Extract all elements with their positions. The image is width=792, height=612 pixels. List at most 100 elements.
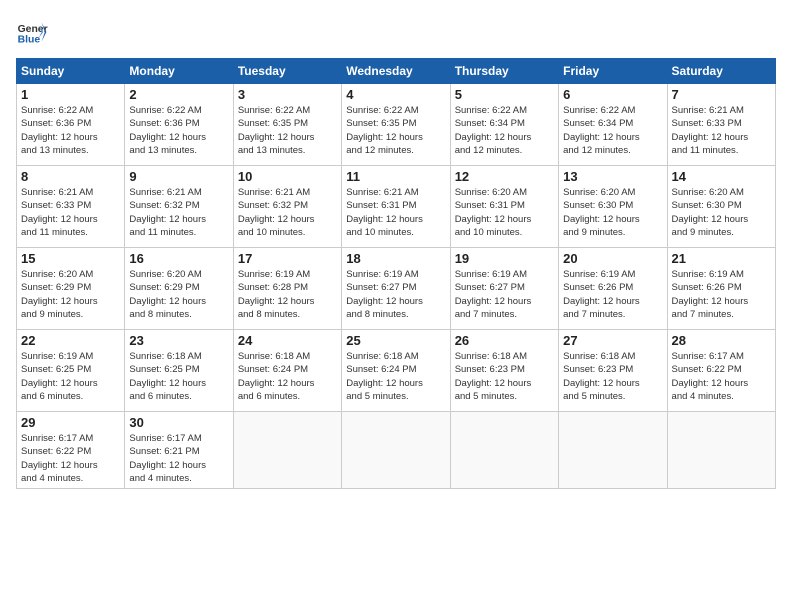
day-number: 21	[672, 251, 771, 266]
calendar-cell: 7 Sunrise: 6:21 AM Sunset: 6:33 PM Daylig…	[667, 84, 775, 166]
day-number: 25	[346, 333, 445, 348]
weekday-header-sunday: Sunday	[17, 59, 125, 84]
day-info: Sunrise: 6:20 AM Sunset: 6:30 PM Dayligh…	[563, 186, 662, 239]
day-number: 7	[672, 87, 771, 102]
calendar-cell: 21 Sunrise: 6:19 AM Sunset: 6:26 PM Dayli…	[667, 248, 775, 330]
day-number: 29	[21, 415, 120, 430]
day-number: 8	[21, 169, 120, 184]
calendar-cell: 2Sunrise: 6:22 AM Sunset: 6:36 PM Daylig…	[125, 84, 233, 166]
day-info: Sunrise: 6:22 AM Sunset: 6:34 PM Dayligh…	[455, 104, 554, 157]
day-info: Sunrise: 6:21 AM Sunset: 6:31 PM Dayligh…	[346, 186, 445, 239]
calendar-cell: 19Sunrise: 6:19 AM Sunset: 6:27 PM Dayli…	[450, 248, 558, 330]
day-number: 2	[129, 87, 228, 102]
calendar-cell: 15 Sunrise: 6:20 AM Sunset: 6:29 PM Dayli…	[17, 248, 125, 330]
day-info: Sunrise: 6:18 AM Sunset: 6:24 PM Dayligh…	[238, 350, 337, 403]
day-info: Sunrise: 6:22 AM Sunset: 6:35 PM Dayligh…	[238, 104, 337, 157]
calendar-cell: 10 Sunrise: 6:21 AM Sunset: 6:32 PM Dayli…	[233, 166, 341, 248]
calendar-table: SundayMondayTuesdayWednesdayThursdayFrid…	[16, 58, 776, 489]
calendar-cell: 26 Sunrise: 6:18 AM Sunset: 6:23 PM Dayli…	[450, 330, 558, 412]
day-info: Sunrise: 6:17 AM Sunset: 6:22 PM Dayligh…	[21, 432, 120, 485]
day-number: 6	[563, 87, 662, 102]
day-number: 11	[346, 169, 445, 184]
calendar-cell: 25 Sunrise: 6:18 AM Sunset: 6:24 PM Dayli…	[342, 330, 450, 412]
day-number: 22	[21, 333, 120, 348]
weekday-header-thursday: Thursday	[450, 59, 558, 84]
calendar-cell	[667, 412, 775, 489]
calendar-cell: 18Sunrise: 6:19 AM Sunset: 6:27 PM Dayli…	[342, 248, 450, 330]
day-info: Sunrise: 6:18 AM Sunset: 6:24 PM Dayligh…	[346, 350, 445, 403]
day-info: Sunrise: 6:19 AM Sunset: 6:27 PM Dayligh…	[346, 268, 445, 321]
calendar-cell	[342, 412, 450, 489]
calendar-cell	[233, 412, 341, 489]
day-info: Sunrise: 6:21 AM Sunset: 6:32 PM Dayligh…	[129, 186, 228, 239]
day-number: 4	[346, 87, 445, 102]
day-info: Sunrise: 6:22 AM Sunset: 6:35 PM Dayligh…	[346, 104, 445, 157]
day-number: 23	[129, 333, 228, 348]
calendar-week-row: 29 Sunrise: 6:17 AM Sunset: 6:22 PM Dayli…	[17, 412, 776, 489]
day-info: Sunrise: 6:21 AM Sunset: 6:32 PM Dayligh…	[238, 186, 337, 239]
day-number: 28	[672, 333, 771, 348]
calendar-cell: 1Sunrise: 6:22 AM Sunset: 6:36 PM Daylig…	[17, 84, 125, 166]
day-number: 24	[238, 333, 337, 348]
weekday-header-row: SundayMondayTuesdayWednesdayThursdayFrid…	[17, 59, 776, 84]
weekday-header-wednesday: Wednesday	[342, 59, 450, 84]
calendar-cell: 27 Sunrise: 6:18 AM Sunset: 6:23 PM Dayli…	[559, 330, 667, 412]
page-header: General Blue	[16, 16, 776, 48]
calendar-cell: 14 Sunrise: 6:20 AM Sunset: 6:30 PM Dayli…	[667, 166, 775, 248]
day-info: Sunrise: 6:20 AM Sunset: 6:30 PM Dayligh…	[672, 186, 771, 239]
day-info: Sunrise: 6:19 AM Sunset: 6:28 PM Dayligh…	[238, 268, 337, 321]
calendar-cell: 24 Sunrise: 6:18 AM Sunset: 6:24 PM Dayli…	[233, 330, 341, 412]
day-number: 20	[563, 251, 662, 266]
day-number: 1	[21, 87, 120, 102]
calendar-cell: 9 Sunrise: 6:21 AM Sunset: 6:32 PM Daylig…	[125, 166, 233, 248]
calendar-cell: 11 Sunrise: 6:21 AM Sunset: 6:31 PM Dayli…	[342, 166, 450, 248]
day-info: Sunrise: 6:20 AM Sunset: 6:29 PM Dayligh…	[21, 268, 120, 321]
calendar-week-row: 1Sunrise: 6:22 AM Sunset: 6:36 PM Daylig…	[17, 84, 776, 166]
day-info: Sunrise: 6:18 AM Sunset: 6:23 PM Dayligh…	[563, 350, 662, 403]
day-info: Sunrise: 6:17 AM Sunset: 6:21 PM Dayligh…	[129, 432, 228, 485]
calendar-cell	[450, 412, 558, 489]
calendar-cell: 23 Sunrise: 6:18 AM Sunset: 6:25 PM Dayli…	[125, 330, 233, 412]
calendar-cell: 30 Sunrise: 6:17 AM Sunset: 6:21 PM Dayli…	[125, 412, 233, 489]
day-number: 27	[563, 333, 662, 348]
logo-icon: General Blue	[16, 16, 48, 48]
day-info: Sunrise: 6:21 AM Sunset: 6:33 PM Dayligh…	[672, 104, 771, 157]
calendar-week-row: 8 Sunrise: 6:21 AM Sunset: 6:33 PM Daylig…	[17, 166, 776, 248]
calendar-cell: 6 Sunrise: 6:22 AM Sunset: 6:34 PM Daylig…	[559, 84, 667, 166]
day-info: Sunrise: 6:19 AM Sunset: 6:26 PM Dayligh…	[563, 268, 662, 321]
day-number: 17	[238, 251, 337, 266]
calendar-week-row: 15 Sunrise: 6:20 AM Sunset: 6:29 PM Dayli…	[17, 248, 776, 330]
day-info: Sunrise: 6:19 AM Sunset: 6:27 PM Dayligh…	[455, 268, 554, 321]
calendar-cell: 17 Sunrise: 6:19 AM Sunset: 6:28 PM Dayli…	[233, 248, 341, 330]
day-number: 3	[238, 87, 337, 102]
day-info: Sunrise: 6:20 AM Sunset: 6:31 PM Dayligh…	[455, 186, 554, 239]
calendar-cell: 8 Sunrise: 6:21 AM Sunset: 6:33 PM Daylig…	[17, 166, 125, 248]
day-number: 10	[238, 169, 337, 184]
calendar-cell: 20 Sunrise: 6:19 AM Sunset: 6:26 PM Dayli…	[559, 248, 667, 330]
day-info: Sunrise: 6:21 AM Sunset: 6:33 PM Dayligh…	[21, 186, 120, 239]
day-number: 9	[129, 169, 228, 184]
day-number: 30	[129, 415, 228, 430]
day-info: Sunrise: 6:18 AM Sunset: 6:23 PM Dayligh…	[455, 350, 554, 403]
day-info: Sunrise: 6:18 AM Sunset: 6:25 PM Dayligh…	[129, 350, 228, 403]
day-number: 15	[21, 251, 120, 266]
calendar-cell: 16Sunrise: 6:20 AM Sunset: 6:29 PM Dayli…	[125, 248, 233, 330]
day-number: 14	[672, 169, 771, 184]
day-info: Sunrise: 6:22 AM Sunset: 6:34 PM Dayligh…	[563, 104, 662, 157]
logo: General Blue	[16, 16, 48, 48]
day-info: Sunrise: 6:19 AM Sunset: 6:25 PM Dayligh…	[21, 350, 120, 403]
calendar-cell: 5 Sunrise: 6:22 AM Sunset: 6:34 PM Daylig…	[450, 84, 558, 166]
day-info: Sunrise: 6:19 AM Sunset: 6:26 PM Dayligh…	[672, 268, 771, 321]
svg-text:General: General	[18, 24, 48, 35]
day-number: 5	[455, 87, 554, 102]
day-number: 26	[455, 333, 554, 348]
calendar-cell: 13Sunrise: 6:20 AM Sunset: 6:30 PM Dayli…	[559, 166, 667, 248]
weekday-header-monday: Monday	[125, 59, 233, 84]
svg-text:Blue: Blue	[18, 34, 41, 45]
calendar-cell: 4 Sunrise: 6:22 AM Sunset: 6:35 PM Daylig…	[342, 84, 450, 166]
day-number: 12	[455, 169, 554, 184]
weekday-header-tuesday: Tuesday	[233, 59, 341, 84]
calendar-cell	[559, 412, 667, 489]
day-info: Sunrise: 6:17 AM Sunset: 6:22 PM Dayligh…	[672, 350, 771, 403]
calendar-week-row: 22 Sunrise: 6:19 AM Sunset: 6:25 PM Dayli…	[17, 330, 776, 412]
